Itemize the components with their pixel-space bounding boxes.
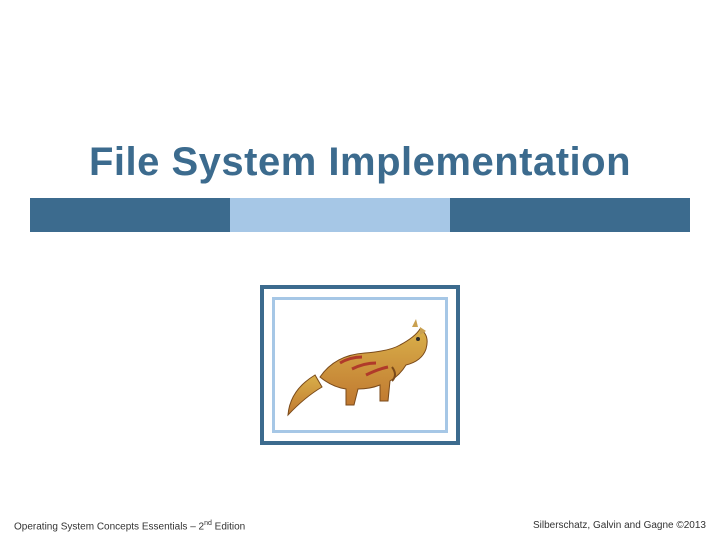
footer-left-text-a: Operating System Concepts Essentials – 2 <box>14 521 204 532</box>
dinosaur-figure <box>272 297 448 433</box>
dinosaur-figure-frame <box>260 285 460 445</box>
slide-title: File System Implementation <box>0 140 720 185</box>
slide: File System Implementation <box>0 0 720 540</box>
accent-bar <box>30 198 690 232</box>
footer: Operating System Concepts Essentials – 2… <box>0 520 720 532</box>
footer-left: Operating System Concepts Essentials – 2… <box>14 520 245 532</box>
footer-left-text-b: Edition <box>212 521 245 532</box>
footer-right: Silberschatz, Galvin and Gagne ©2013 <box>533 520 706 532</box>
footer-left-sup: nd <box>204 520 212 527</box>
dinosaur-icon <box>280 305 440 425</box>
